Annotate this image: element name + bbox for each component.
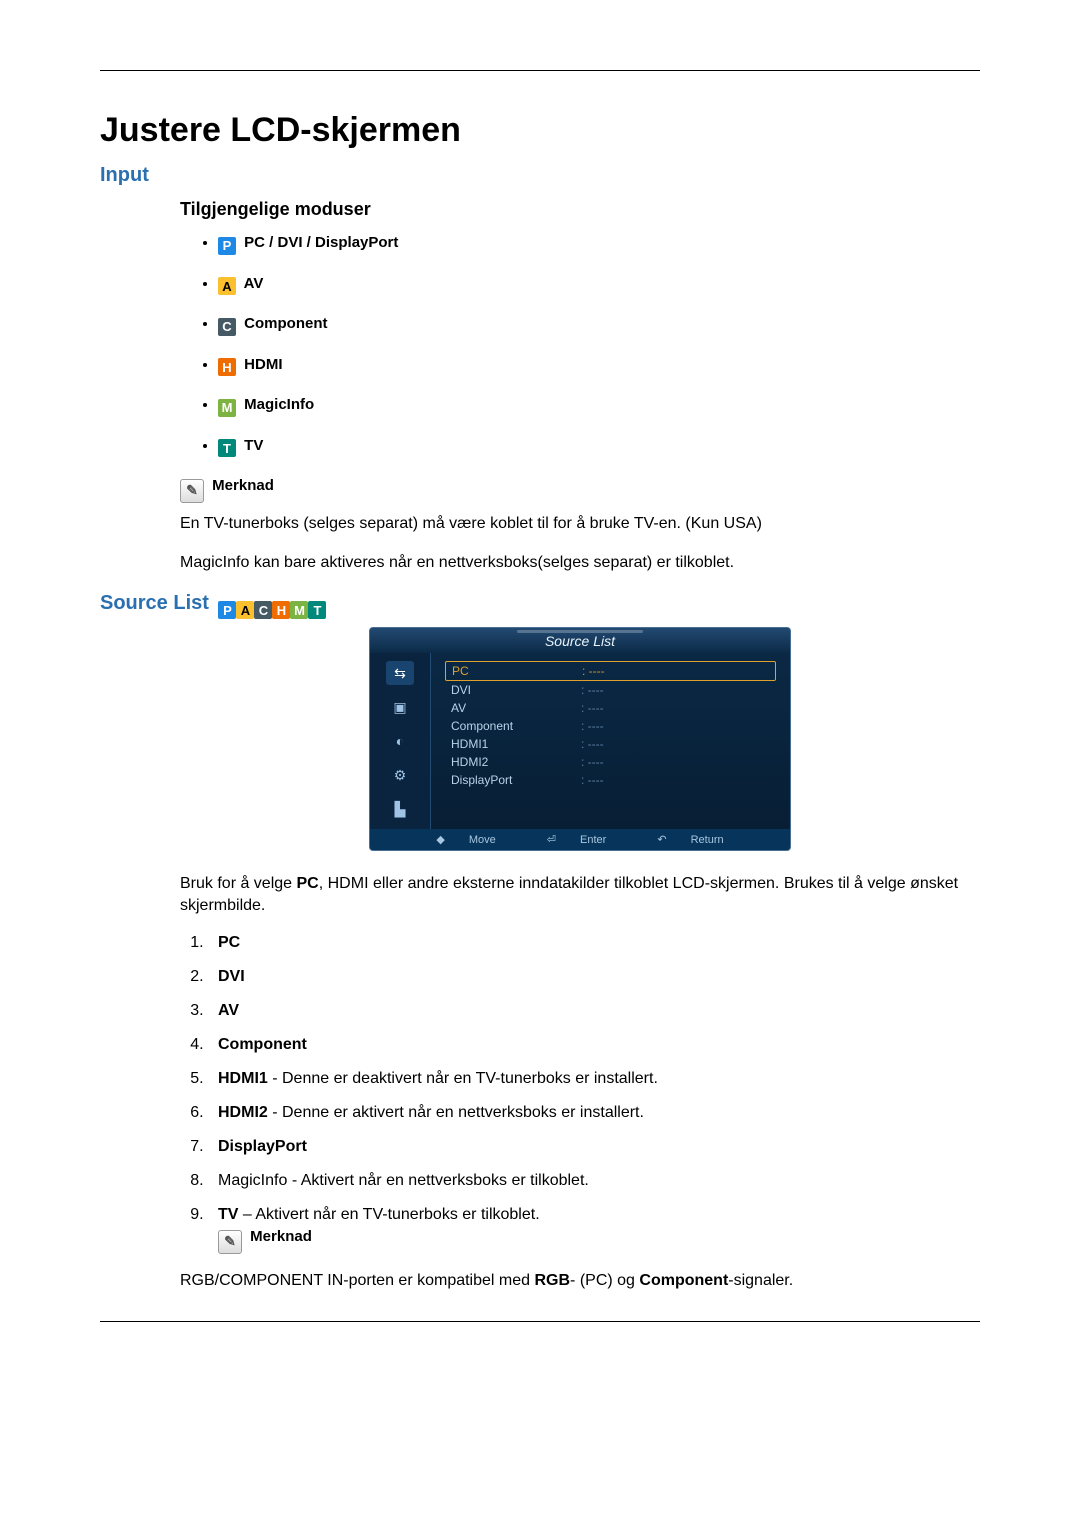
- src-2: DVI: [208, 968, 980, 986]
- note-text-1: En TV-tunerboks (selges separat) må være…: [180, 513, 980, 535]
- src-4: Component: [208, 1036, 980, 1054]
- osd-item-displayport: DisplayPort : ----: [445, 771, 776, 789]
- page-title: Justere LCD-skjermen: [100, 111, 980, 150]
- src-6: HDMI2 - Denne er aktivert når en nettver…: [208, 1104, 980, 1122]
- osd-side-input-icon: ⇆: [386, 661, 414, 685]
- note-text-2: MagicInfo kan bare aktiveres når en nett…: [180, 552, 980, 574]
- source-description: Bruk for å velge PC, HDMI eller andre ek…: [180, 873, 980, 916]
- src-1: PC: [208, 934, 980, 952]
- a-icon: A: [236, 601, 254, 619]
- p-icon: P: [218, 237, 236, 255]
- note-label: Merknad: [212, 477, 274, 494]
- mode-magicinfo-label: MagicInfo: [244, 396, 314, 413]
- c-icon: C: [254, 601, 272, 619]
- mode-tv: T TV: [218, 437, 980, 458]
- mode-av-label: AV: [244, 275, 264, 292]
- osd-item-hdmi2: HDMI2 : ----: [445, 753, 776, 771]
- note-icon: ✎: [218, 1230, 242, 1254]
- src-7: DisplayPort: [208, 1138, 980, 1156]
- c-icon: C: [218, 318, 236, 336]
- input-heading: Input: [100, 164, 980, 187]
- t-icon: T: [218, 439, 236, 457]
- src-9: TV – Aktivert når en TV-tunerboks er til…: [208, 1206, 980, 1254]
- osd-item-dvi: DVI : ----: [445, 681, 776, 699]
- osd-item-hdmi1: HDMI1 : ----: [445, 735, 776, 753]
- mode-pc-label: PC / DVI / DisplayPort: [244, 234, 398, 251]
- top-rule: [100, 70, 980, 71]
- bottom-rule: [100, 1321, 980, 1322]
- osd-menu: Source List ⇆ ▣ ◐ ⚙ ▙ PC : ---- DVI: [369, 627, 791, 851]
- osd-side-multi-icon: ▙: [386, 797, 414, 821]
- return-icon: ↶: [657, 833, 666, 846]
- h-icon: H: [218, 358, 236, 376]
- osd-side-setup-icon: ⚙: [386, 763, 414, 787]
- note-heading-2: ✎ Merknad: [218, 1228, 980, 1254]
- enter-icon: ⏎: [547, 833, 556, 846]
- mode-hdmi: H HDMI: [218, 356, 980, 377]
- osd-item-component: Component : ----: [445, 717, 776, 735]
- mode-component-label: Component: [244, 315, 327, 332]
- move-icon: ◆: [436, 833, 444, 846]
- m-icon: M: [290, 601, 308, 619]
- note-label-2: Merknad: [250, 1228, 312, 1245]
- osd-side-picture-icon: ▣: [386, 695, 414, 719]
- mode-magicinfo: M MagicInfo: [218, 396, 980, 417]
- p-icon: P: [218, 601, 236, 619]
- osd-footer: ◆Move ⏎Enter ↶Return: [370, 829, 790, 850]
- source-list-label: Source List: [100, 592, 209, 614]
- modes-heading: Tilgjengelige moduser: [180, 199, 980, 220]
- src-3: AV: [208, 1002, 980, 1020]
- a-icon: A: [218, 277, 236, 295]
- src-8: MagicInfo - Aktivert når en nettverksbok…: [208, 1172, 980, 1190]
- osd-item-av: AV : ----: [445, 699, 776, 717]
- osd-side-sound-icon: ◐: [386, 729, 414, 753]
- source-ordered-list: PC DVI AV Component HDMI1 - Denne er dea…: [180, 934, 980, 1254]
- src-5: HDMI1 - Denne er deaktivert når en TV-tu…: [208, 1070, 980, 1088]
- mode-hdmi-label: HDMI: [244, 356, 282, 373]
- mode-tv-label: TV: [244, 437, 263, 454]
- note-icon: ✎: [180, 479, 204, 503]
- note-text-3: RGB/COMPONENT IN-porten er kompatibel me…: [180, 1270, 980, 1292]
- osd-sidebar: ⇆ ▣ ◐ ⚙ ▙: [370, 653, 431, 829]
- mode-component: C Component: [218, 315, 980, 336]
- mode-pc: P PC / DVI / DisplayPort: [218, 234, 980, 255]
- m-icon: M: [218, 399, 236, 417]
- t-icon: T: [308, 601, 326, 619]
- osd-item-pc: PC : ----: [445, 661, 776, 681]
- modes-list: P PC / DVI / DisplayPort A AV C Componen…: [180, 234, 980, 457]
- source-icon-strip: PACHMT: [218, 595, 326, 620]
- osd-list: PC : ---- DVI : ---- AV : ---- Component…: [431, 653, 790, 829]
- h-icon: H: [272, 601, 290, 619]
- osd-title: Source List: [370, 628, 790, 653]
- mode-av: A AV: [218, 275, 980, 296]
- note-heading: ✎ Merknad: [180, 477, 980, 503]
- source-list-heading: Source List PACHMT: [100, 592, 980, 620]
